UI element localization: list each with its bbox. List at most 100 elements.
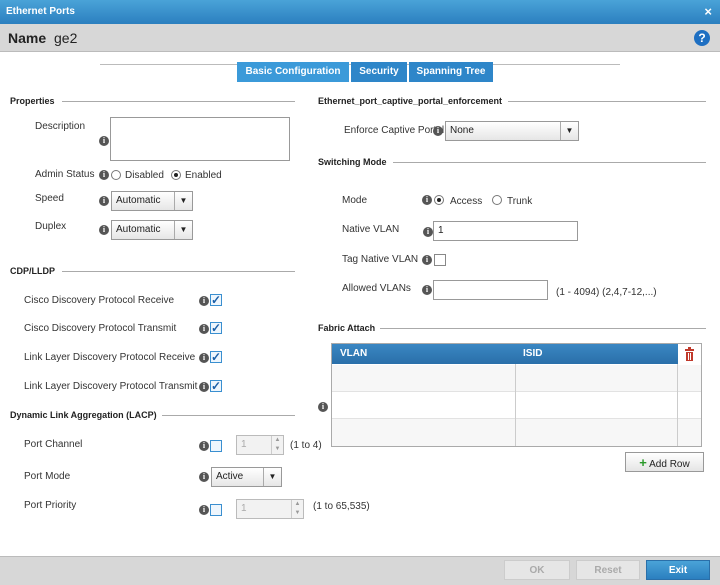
tag-native-vlan-label: Tag Native VLAN [342,254,419,265]
port-priority-label: Port Priority [24,500,77,511]
column-divider [515,364,516,446]
duplex-label: Duplex [35,221,67,232]
fabric-grid: VLAN ISID [331,343,702,447]
table-row[interactable] [332,392,701,419]
speed-select[interactable]: Automatic ▼ [111,191,193,211]
admin-disabled-radio[interactable] [111,170,121,180]
lacp-heading: Dynamic Link Aggregation (LACP) [10,410,157,420]
help-icon[interactable]: ? [694,30,710,46]
tag-native-vlan-checkbox[interactable] [434,254,446,266]
name-bar: Name ge2 ? [0,24,720,52]
enforce-captive-value: None [450,125,474,136]
info-icon: i [199,441,209,451]
ok-button[interactable]: OK [504,560,570,580]
native-vlan-label: Native VLAN [342,224,400,235]
name-label: Name [8,30,47,46]
description-label: Description [35,121,86,132]
description-input[interactable] [110,117,290,161]
spinner-arrows-icon: ▲ ▼ [291,500,303,518]
exit-button[interactable]: Exit [646,560,710,580]
info-icon: i [422,285,432,295]
fabric-grid-header: VLAN ISID [332,344,701,364]
lacp-divider [162,415,295,416]
cdp-receive-checkbox[interactable]: ✓ [210,294,222,306]
enforce-captive-select[interactable]: None ▼ [445,121,579,141]
cdp-heading: CDP/LLDP [10,266,55,276]
mode-trunk-radio[interactable] [492,195,502,205]
enforce-captive-label: Enforce Captive Portal [344,125,445,136]
mode-access-radio[interactable] [434,195,444,205]
port-channel-value: 1 [241,439,247,450]
allowed-vlans-input[interactable] [433,280,548,300]
port-channel-spinner[interactable]: 1 ▲ ▼ [236,435,284,455]
col-isid: ISID [523,348,543,359]
plus-icon: + [639,455,647,470]
port-channel-label: Port Channel [24,439,83,450]
table-row[interactable] [332,419,701,446]
add-row-button[interactable]: + Add Row [625,452,704,472]
port-priority-value: 1 [241,503,247,514]
port-priority-spinner[interactable]: 1 ▲ ▼ [236,499,304,519]
info-icon: i [99,136,109,146]
info-icon: i [318,402,328,412]
duplex-value: Automatic [116,224,161,235]
tab-security[interactable]: Security [351,62,407,82]
mode-label: Mode [342,195,368,206]
lldp-receive-checkbox[interactable]: ✓ [210,351,222,363]
close-icon[interactable]: × [704,4,712,19]
port-mode-value: Active [216,471,244,482]
info-icon: i [99,170,109,180]
fabric-divider [380,328,706,329]
properties-heading: Properties [10,96,55,106]
lldp-transmit-label: Link Layer Discovery Protocol Transmit [24,381,198,392]
captive-divider [508,101,706,102]
fabric-heading: Fabric Attach [318,323,376,333]
info-icon: i [199,296,209,306]
captive-heading: Ethernet_port_captive_portal_enforcement [318,96,503,106]
info-icon: i [422,195,432,205]
admin-status-label: Admin Status [35,169,95,180]
delete-icon[interactable] [678,344,701,364]
info-icon: i [199,505,209,515]
native-vlan-input[interactable]: 1 [433,221,578,241]
info-icon: i [199,324,209,334]
info-icon: i [199,353,209,363]
properties-divider [62,101,295,102]
allowed-vlans-hint: (1 - 4094) (2,4,7-12,...) [556,287,657,298]
info-icon: i [99,225,109,235]
lldp-receive-label: Link Layer Discovery Protocol Receive [24,352,196,363]
cdp-transmit-checkbox[interactable]: ✓ [210,322,222,334]
port-mode-select[interactable]: Active ▼ [211,467,282,487]
port-channel-checkbox[interactable] [210,440,222,452]
chevron-down-icon: ▼ [263,468,281,486]
cdp-transmit-label: Cisco Discovery Protocol Transmit [24,323,177,334]
cdp-divider [62,271,295,272]
info-icon: i [199,472,209,482]
column-divider [677,364,678,446]
name-value: ge2 [54,30,78,46]
info-icon: i [422,255,432,265]
admin-enabled-radio[interactable] [171,170,181,180]
mode-trunk-label: Trunk [507,196,533,207]
reset-button[interactable]: Reset [576,560,640,580]
speed-value: Automatic [116,195,161,206]
admin-enabled-label: Enabled [185,170,222,181]
tab-spanning-tree[interactable]: Spanning Tree [409,62,493,82]
window-titlebar: Ethernet Ports × [0,0,720,24]
mode-access-label: Access [450,196,483,207]
duplex-select[interactable]: Automatic ▼ [111,220,193,240]
table-row[interactable] [332,365,701,392]
chevron-down-icon: ▼ [174,221,192,239]
spinner-arrows-icon: ▲ ▼ [271,436,283,454]
speed-label: Speed [35,193,64,204]
port-priority-checkbox[interactable] [210,504,222,516]
info-icon: i [423,227,433,237]
cdp-receive-label: Cisco Discovery Protocol Receive [24,295,175,306]
tab-basic-configuration[interactable]: Basic Configuration [237,62,349,82]
switching-heading: Switching Mode [318,157,387,167]
admin-disabled-label: Disabled [125,170,164,181]
col-vlan: VLAN [340,348,368,359]
port-mode-label: Port Mode [24,471,71,482]
lldp-transmit-checkbox[interactable]: ✓ [210,380,222,392]
chevron-down-icon: ▼ [174,192,192,210]
